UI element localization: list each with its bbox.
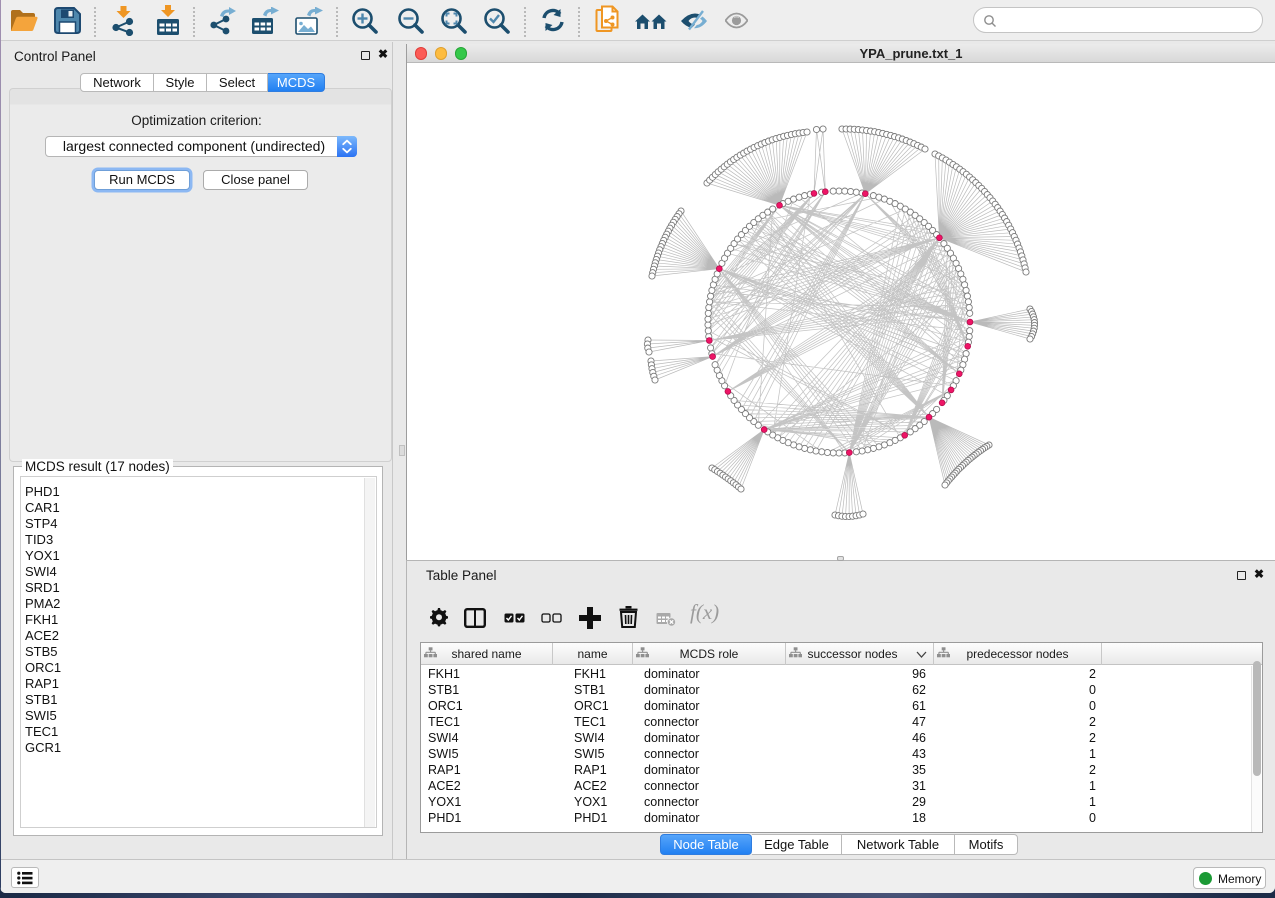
svg-text:f(x): f(x) [690,602,719,624]
